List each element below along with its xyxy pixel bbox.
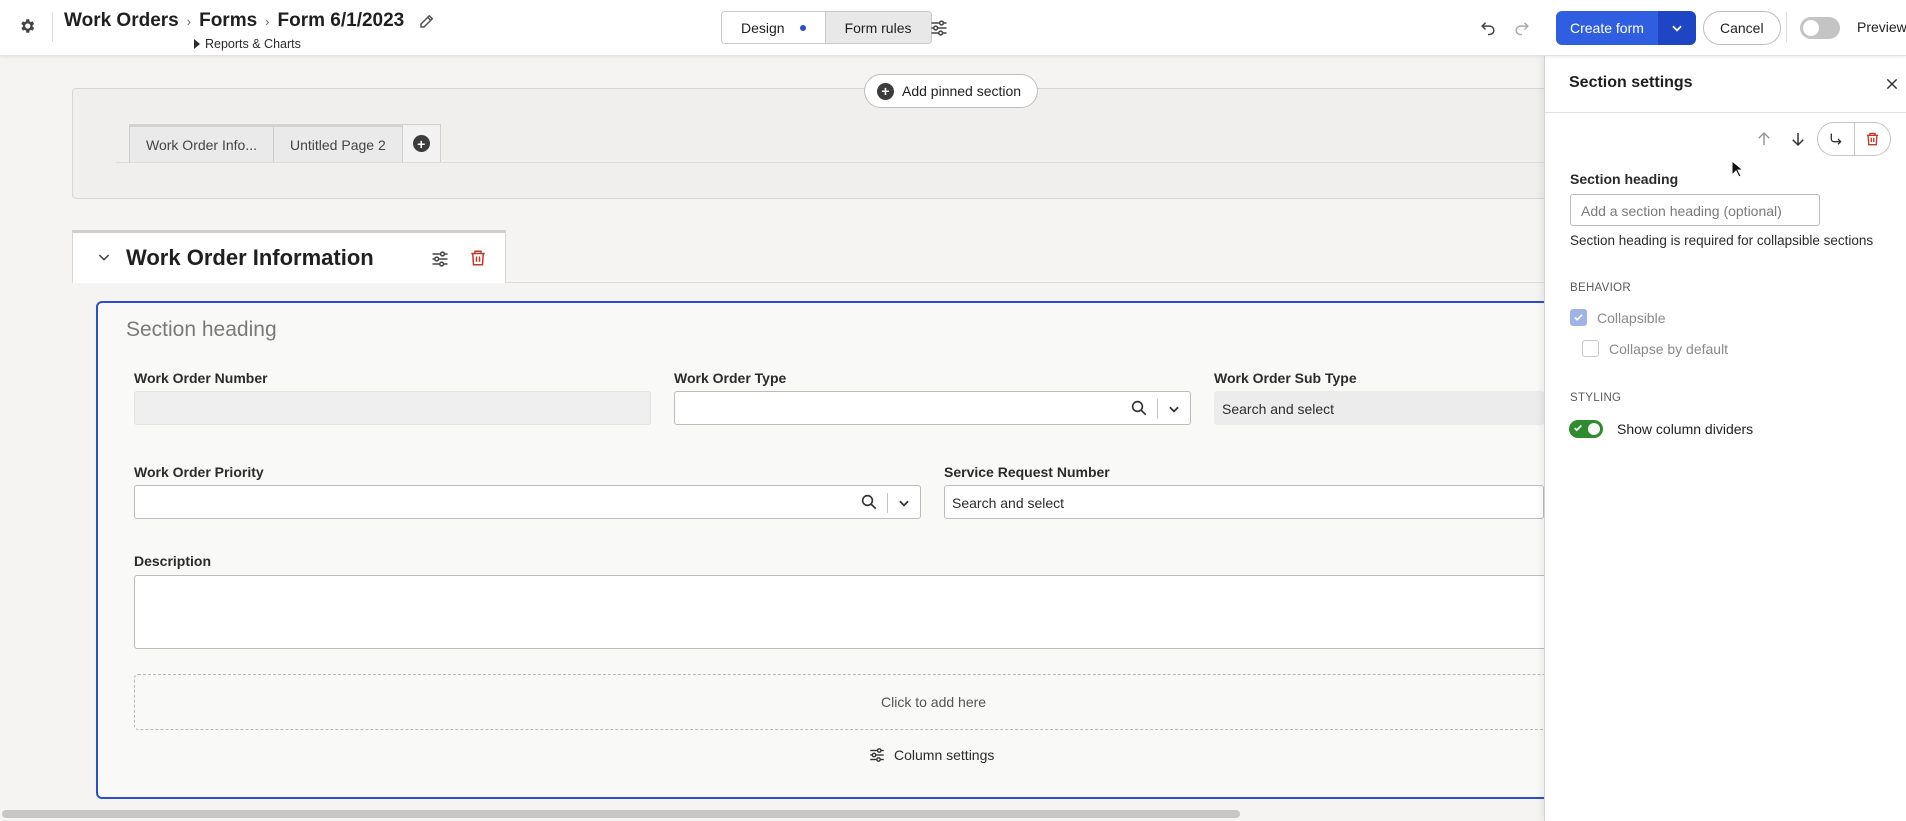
add-pinned-section-label: Add pinned section <box>902 83 1022 99</box>
check-icon <box>1574 424 1582 432</box>
work-order-type-field[interactable] <box>674 391 1191 425</box>
column-settings-label: Column settings <box>894 747 995 763</box>
active-dot <box>799 24 806 31</box>
breadcrumb-work-orders[interactable]: Work Orders <box>64 10 179 32</box>
cancel-button[interactable]: Cancel <box>1703 11 1781 45</box>
pencil-icon[interactable] <box>418 12 436 30</box>
page-tabs: Work Order Info... Untitled Page 2 + <box>129 124 441 162</box>
collapse-by-default-label: Collapse by default <box>1609 341 1729 357</box>
description-label: Description <box>134 553 212 569</box>
divider <box>52 12 53 42</box>
section-actions <box>1817 122 1891 156</box>
preview-label: Preview <box>1857 19 1906 35</box>
sliders-icon[interactable] <box>929 18 949 38</box>
tab-form-rules-label: Form rules <box>844 19 912 36</box>
divider <box>506 282 1632 283</box>
dropzone-label: Click to add here <box>881 694 987 710</box>
trash-icon <box>1866 132 1878 146</box>
top-bar: Work Orders › Forms › Form 6/1/2023 Repo… <box>0 0 1906 56</box>
chevron-down-icon[interactable] <box>96 249 112 265</box>
create-form-button[interactable]: Create form <box>1556 11 1658 45</box>
horizontal-scrollbar[interactable] <box>2 810 1240 818</box>
move-section-button[interactable] <box>1818 123 1854 155</box>
reports-charts-label: Reports & Charts <box>205 37 301 51</box>
chevron-right-icon: › <box>265 13 270 29</box>
add-pinned-section-button[interactable]: + Add pinned section <box>864 74 1039 108</box>
close-icon[interactable] <box>1884 76 1900 92</box>
chevron-right-icon: › <box>186 13 192 29</box>
collapsible-label: Collapsible <box>1597 310 1666 326</box>
sliders-icon <box>870 748 884 762</box>
section-settings-panel: Section settings Section heading Add a s… <box>1544 56 1906 821</box>
divider <box>116 162 1632 163</box>
gear-icon[interactable] <box>18 17 36 35</box>
preview-toggle[interactable] <box>1800 17 1840 39</box>
plus-circle-icon: + <box>877 82 894 100</box>
trash-icon[interactable] <box>469 248 487 268</box>
work-order-sub-type-label: Work Order Sub Type <box>1214 370 1357 386</box>
tab-work-order-info[interactable]: Work Order Info... <box>129 124 274 162</box>
reports-charts-toggle[interactable]: Reports & Charts <box>194 37 301 51</box>
section-heading-placeholder[interactable]: Section heading <box>126 318 277 342</box>
create-form-menu-button[interactable] <box>1657 11 1696 45</box>
description-textarea[interactable] <box>134 575 1654 649</box>
create-form-button-group: Create form <box>1556 11 1696 45</box>
divider <box>887 493 888 513</box>
section-heading-input[interactable]: Add a section heading (optional) <box>1570 194 1820 226</box>
section-heading-input-placeholder: Add a section heading (optional) <box>1581 203 1782 219</box>
work-order-number-label: Work Order Number <box>134 370 268 386</box>
work-order-number-field <box>134 391 651 425</box>
collapsible-checkbox[interactable] <box>1570 309 1587 326</box>
arrow-up-icon[interactable] <box>1755 130 1773 148</box>
show-column-dividers-label: Show column dividers <box>1617 421 1754 437</box>
page-title: Form 6/1/2023 <box>277 10 405 31</box>
work-order-sub-type-placeholder: Search and select <box>1222 401 1335 417</box>
tab-untitled-page-2[interactable]: Untitled Page 2 <box>274 124 403 162</box>
panel-title: Section settings <box>1569 74 1693 91</box>
chevron-down-icon[interactable] <box>1167 402 1181 416</box>
breadcrumb: Work Orders › Forms › Form 6/1/2023 <box>64 10 436 32</box>
behavior-caption: BEHAVIOR <box>1570 282 1631 294</box>
section-heading-label: Section heading <box>1570 171 1679 187</box>
delete-section-button[interactable] <box>1853 123 1891 155</box>
check-icon <box>1574 314 1583 321</box>
work-order-priority-label: Work Order Priority <box>134 464 264 480</box>
section-title: Work Order Information <box>126 245 374 270</box>
redo-icon[interactable] <box>1512 17 1532 37</box>
work-order-type-label: Work Order Type <box>674 370 787 386</box>
mouse-cursor-icon <box>1731 160 1743 178</box>
work-order-priority-field[interactable] <box>134 485 921 519</box>
service-request-number-label: Service Request Number <box>944 464 1110 480</box>
breadcrumb-forms[interactable]: Forms <box>199 10 257 32</box>
add-page-button[interactable]: + <box>402 124 441 162</box>
chevron-down-icon[interactable] <box>897 496 911 510</box>
service-request-number-field[interactable]: Search and select <box>944 485 1544 519</box>
mode-switcher: Design Form rules <box>721 11 932 44</box>
sliders-icon[interactable] <box>430 249 450 269</box>
search-icon[interactable] <box>860 493 878 511</box>
divider <box>1786 12 1787 42</box>
work-order-sub-type-field[interactable]: Search and select <box>1214 391 1544 425</box>
styling-caption: STYLING <box>1570 392 1622 404</box>
add-field-dropzone[interactable]: Click to add here <box>134 674 1654 730</box>
collapse-by-default-checkbox[interactable] <box>1582 340 1599 357</box>
plus-circle-icon: + <box>412 135 430 152</box>
search-icon[interactable] <box>1130 399 1148 417</box>
section-heading-help: Section heading is required for collapsi… <box>1570 233 1874 248</box>
service-request-placeholder: Search and select <box>952 495 1065 511</box>
caret-right-icon <box>194 39 200 49</box>
move-arrow-icon <box>1830 133 1842 145</box>
tab-form-rules[interactable]: Form rules <box>824 12 931 43</box>
arrow-down-icon[interactable] <box>1789 130 1807 148</box>
tab-design-label: Design <box>741 19 785 36</box>
divider <box>1157 399 1158 419</box>
tab-design[interactable]: Design <box>722 12 825 43</box>
divider <box>1545 112 1906 113</box>
undo-icon[interactable] <box>1478 17 1498 37</box>
chevron-down-icon <box>1672 25 1682 32</box>
column-settings-button[interactable]: Column settings <box>868 746 994 764</box>
